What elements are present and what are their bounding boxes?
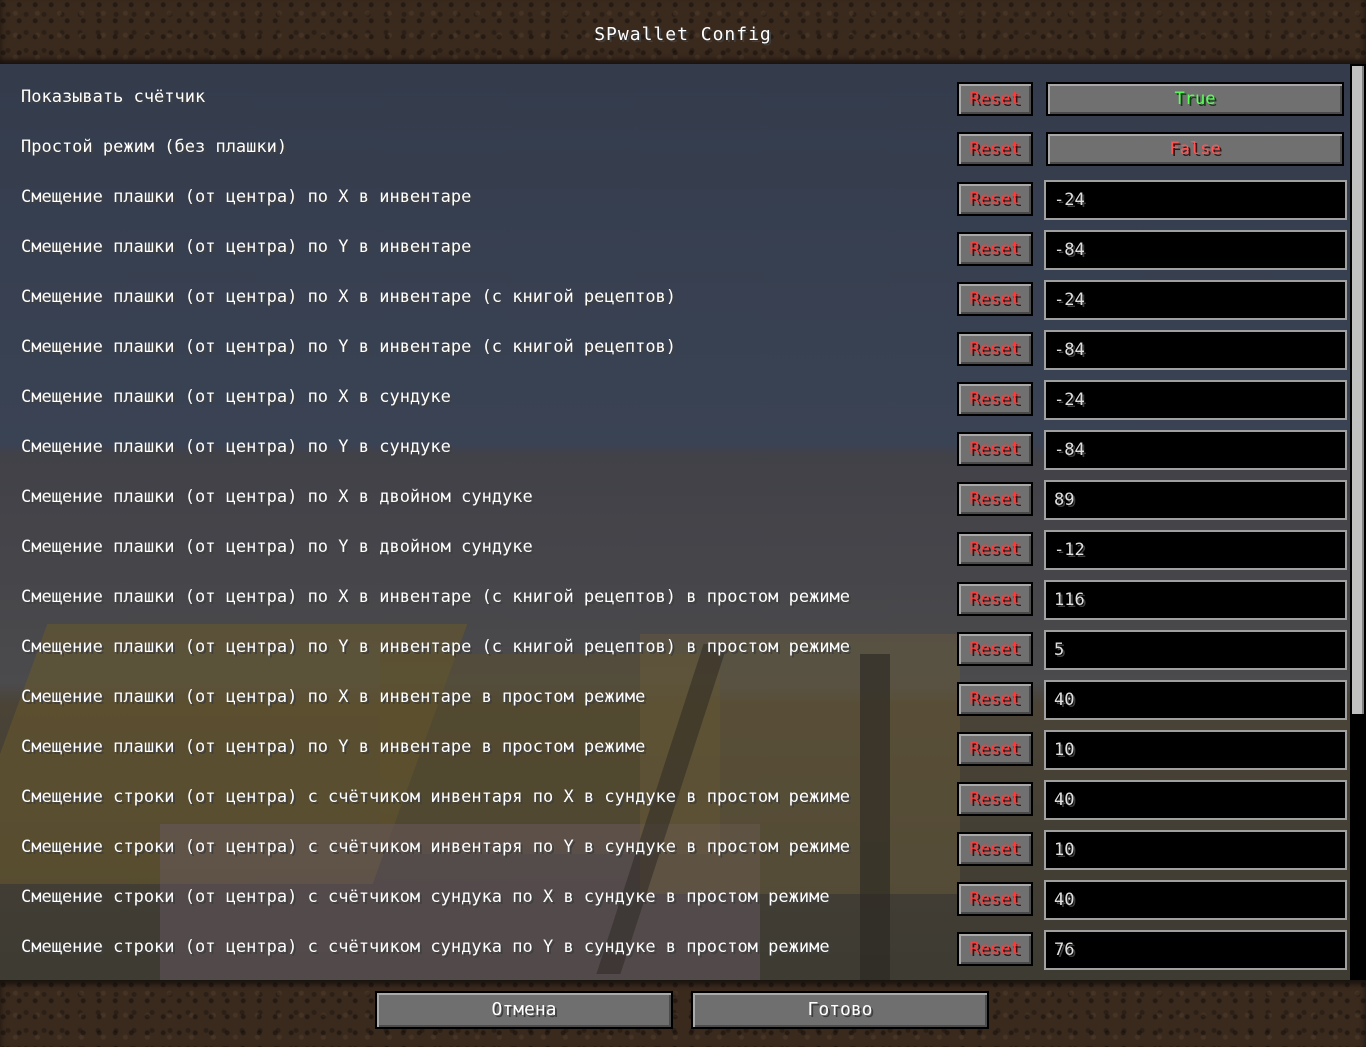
reset-button[interactable]: Reset — [957, 132, 1033, 166]
options-list[interactable]: Показывать счётчик Reset True Простой режим… — [0, 64, 1366, 980]
option-label: Смещение плашки (от центра) по Y в инвен… — [21, 237, 472, 257]
reset-button[interactable]: Reset — [957, 82, 1033, 116]
reset-button[interactable]: Reset — [957, 682, 1033, 716]
reset-button[interactable]: Reset — [957, 882, 1033, 916]
value-input[interactable]: 76 — [1044, 930, 1347, 970]
option-row: Смещение плашки (от центра) по Y в двойн… — [0, 524, 1350, 574]
reset-button[interactable]: Reset — [957, 232, 1033, 266]
value-input[interactable]: -84 — [1044, 330, 1347, 370]
window-title: SPwallet Config — [594, 24, 772, 45]
option-label: Смещение плашки (от центра) по Y в двойн… — [21, 537, 533, 557]
value-input[interactable]: 10 — [1044, 830, 1347, 870]
value-input[interactable]: -24 — [1044, 380, 1347, 420]
done-button[interactable]: Готово — [691, 991, 989, 1029]
reset-button[interactable]: Reset — [957, 282, 1033, 316]
cancel-button[interactable]: Отмена — [375, 991, 673, 1029]
option-label: Смещение строки (от центра) с счётчиком … — [21, 787, 851, 807]
value-input[interactable]: -24 — [1044, 180, 1347, 220]
option-row: Смещение плашки (от центра) по X в двойн… — [0, 474, 1350, 524]
option-label: Показывать счётчик — [21, 87, 206, 107]
option-label: Смещение плашки (от центра) по X в сунду… — [21, 387, 451, 407]
option-label: Смещение плашки (от центра) по Y в сунду… — [21, 437, 451, 457]
option-row: Смещение плашки (от центра) по Y в инвен… — [0, 724, 1350, 774]
option-label: Смещение плашки (от центра) по Y в инвен… — [21, 737, 646, 757]
option-row: Смещение плашки (от центра) по Y в сунду… — [0, 424, 1350, 474]
reset-button[interactable]: Reset — [957, 482, 1033, 516]
reset-button[interactable]: Reset — [957, 732, 1033, 766]
value-input[interactable]: 40 — [1044, 880, 1347, 920]
option-label: Смещение плашки (от центра) по Y в инвен… — [21, 337, 677, 357]
option-row: Смещение плашки (от центра) по X в сунду… — [0, 374, 1350, 424]
toggle-button[interactable]: False — [1046, 132, 1344, 166]
option-label: Смещение строки (от центра) с счётчиком … — [21, 887, 830, 907]
reset-button[interactable]: Reset — [957, 932, 1033, 966]
reset-button[interactable]: Reset — [957, 532, 1033, 566]
option-label: Простой режим (без плашки) — [21, 137, 288, 157]
option-label: Смещение плашки (от центра) по X в инвен… — [21, 587, 851, 607]
option-row: Смещение строки (от центра) с счётчиком … — [0, 824, 1350, 874]
option-label: Смещение строки (от центра) с счётчиком … — [21, 837, 851, 857]
option-row: Простой режим (без плашки) Reset False — [0, 124, 1350, 174]
reset-button[interactable]: Reset — [957, 332, 1033, 366]
footer-bar — [0, 980, 1366, 1047]
option-row: Смещение строки (от центра) с счётчиком … — [0, 924, 1350, 974]
scrollbar-thumb[interactable] — [1352, 66, 1364, 714]
value-input[interactable]: -24 — [1044, 280, 1347, 320]
option-row: Смещение плашки (от центра) по Y в инвен… — [0, 324, 1350, 374]
reset-button[interactable]: Reset — [957, 632, 1033, 666]
value-input[interactable]: -12 — [1044, 530, 1347, 570]
option-row: Смещение плашки (от центра) по Y в инвен… — [0, 224, 1350, 274]
value-input[interactable]: 40 — [1044, 680, 1347, 720]
value-input[interactable]: -84 — [1044, 230, 1347, 270]
reset-button[interactable]: Reset — [957, 182, 1033, 216]
value-input[interactable]: 116 — [1044, 580, 1347, 620]
option-label: Смещение строки (от центра) с счётчиком … — [21, 937, 830, 957]
toggle-button[interactable]: True — [1046, 82, 1344, 116]
option-row: Смещение плашки (от центра) по X в инвен… — [0, 174, 1350, 224]
reset-button[interactable]: Reset — [957, 432, 1033, 466]
option-row: Смещение плашки (от центра) по X в инвен… — [0, 274, 1350, 324]
value-input[interactable]: 40 — [1044, 780, 1347, 820]
reset-button[interactable]: Reset — [957, 382, 1033, 416]
option-row: Показывать счётчик Reset True — [0, 74, 1350, 124]
option-label: Смещение плашки (от центра) по X в инвен… — [21, 287, 677, 307]
reset-button[interactable]: Reset — [957, 832, 1033, 866]
option-row: Смещение строки (от центра) с счётчиком … — [0, 774, 1350, 824]
option-row: Смещение плашки (от центра) по Y в инвен… — [0, 624, 1350, 674]
option-label: Смещение плашки (от центра) по X в инвен… — [21, 687, 646, 707]
value-input[interactable]: 5 — [1044, 630, 1347, 670]
reset-button[interactable]: Reset — [957, 582, 1033, 616]
value-input[interactable]: 10 — [1044, 730, 1347, 770]
option-label: Смещение плашки (от центра) по Y в инвен… — [21, 637, 851, 657]
option-row: Смещение строки (от центра) с счётчиком … — [0, 874, 1350, 924]
option-label: Смещение плашки (от центра) по X в двойн… — [21, 487, 533, 507]
reset-button[interactable]: Reset — [957, 782, 1033, 816]
value-input[interactable]: 89 — [1044, 480, 1347, 520]
option-row: Смещение плашки (от центра) по X в инвен… — [0, 574, 1350, 624]
option-row: Смещение плашки (от центра) по X в инвен… — [0, 674, 1350, 724]
value-input[interactable]: -84 — [1044, 430, 1347, 470]
option-label: Смещение плашки (от центра) по X в инвен… — [21, 187, 472, 207]
